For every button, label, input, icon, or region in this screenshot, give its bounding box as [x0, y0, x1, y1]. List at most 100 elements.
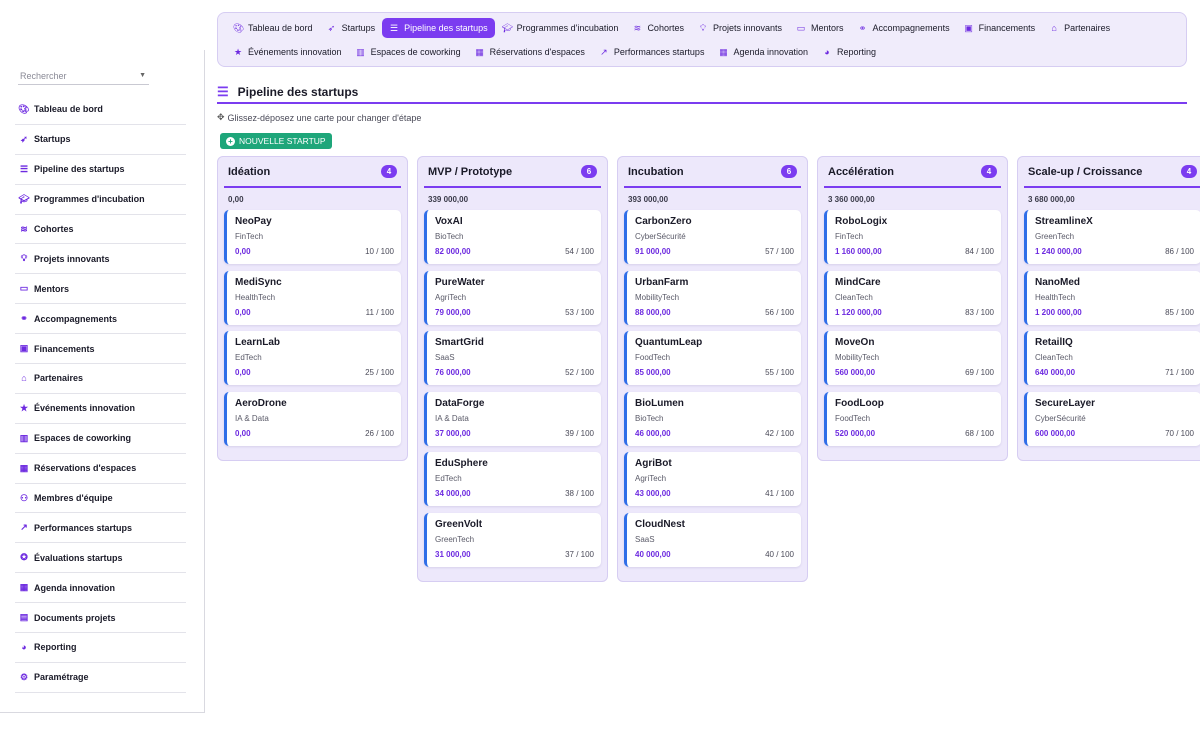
column-count-badge: 4 — [381, 165, 397, 178]
startup-name: AeroDrone — [235, 397, 287, 409]
nav-tab[interactable]: ★ Événements innovation — [226, 42, 349, 62]
nav-tab-label: Projets innovants — [712, 23, 783, 33]
sidebar-item[interactable]: ➶ Startups — [15, 125, 186, 155]
search-select[interactable]: Rechercher ▼ — [18, 67, 149, 85]
nav-tab[interactable]: 🎨︎ Tableau de bord — [226, 18, 320, 38]
card-footer: 46 000,00 42 / 100 — [635, 429, 794, 438]
sidebar-item[interactable]: ⌂ Partenaires — [15, 364, 186, 394]
startup-card[interactable]: StreamlineX GreenTech 1 240 000,00 86 / 100 — [1024, 210, 1200, 264]
startup-card[interactable]: LearnLab EdTech 0,00 25 / 100 — [224, 331, 401, 385]
nav-tab[interactable]: ≋ Cohortes — [625, 18, 691, 38]
sidebar-item-label: Financements — [34, 343, 95, 354]
startup-card[interactable]: MediSync HealthTech 0,00 11 / 100 — [224, 270, 401, 325]
startup-score: 40 / 100 — [765, 549, 794, 559]
startup-sector: CleanTech — [1035, 353, 1073, 362]
drag-hint: ✥ Glissez-déposez une carte pour changer… — [217, 112, 421, 123]
sidebar-item[interactable]: ▥ Espaces de coworking — [15, 424, 186, 454]
nav-tab[interactable]: ◕ Reporting — [815, 42, 883, 62]
new-startup-button[interactable]: + Nouvelle startup — [220, 133, 332, 149]
column-title: Accélération — [828, 165, 895, 178]
nav-tab[interactable]: ⚭ Accompagnements — [851, 18, 957, 38]
startup-funding: 1 160 000,00 — [835, 247, 882, 256]
award-icon: ✪ — [20, 552, 28, 563]
building-icon: ▥ — [19, 432, 29, 443]
sidebar-item[interactable]: ☰ Pipeline des startups — [15, 155, 186, 185]
nav-tab[interactable]: 💡︎ Projets innovants — [691, 18, 789, 38]
startup-card[interactable]: EduSphere EdTech 34 000,00 38 / 100 — [424, 452, 601, 506]
startup-card[interactable]: MoveOn MobilityTech 560 000,00 69 / 100 — [824, 331, 1001, 385]
startup-name: MediSync — [235, 276, 282, 288]
startup-score: 10 / 100 — [365, 247, 394, 256]
startup-card[interactable]: RoboLogix FinTech 1 160 000,00 84 / 100 — [824, 210, 1001, 264]
startup-card[interactable]: VoxAI BioTech 82 000,00 54 / 100 — [424, 210, 601, 264]
startup-card[interactable]: AgriBot AgriTech 43 000,00 41 / 100 — [624, 452, 801, 506]
startup-card[interactable]: CarbonZero CyberSécurité 91 000,00 57 / 100 — [624, 210, 801, 264]
startup-card[interactable]: PureWater AgriTech 79 000,00 53 / 100 — [424, 270, 601, 325]
startup-score: 57 / 100 — [765, 247, 794, 256]
sidebar-item[interactable]: ≋ Cohortes — [15, 215, 186, 245]
startup-score: 54 / 100 — [565, 247, 594, 256]
nav-tab[interactable]: ▦ Agenda innovation — [711, 42, 815, 62]
nav-tab-label: Accompagnements — [872, 23, 950, 33]
nav-tab[interactable]: ▦ Réservations d'espaces — [468, 42, 592, 62]
sidebar-item[interactable]: ✪ Évaluations startups — [15, 543, 186, 574]
sidebar-item[interactable]: 💡︎ Projets innovants — [15, 244, 186, 275]
startup-funding: 40 000,00 — [635, 549, 671, 559]
sidebar-item[interactable]: ▤ Documents projets — [15, 603, 186, 634]
chalkboard-teacher-icon: ▭ — [19, 283, 29, 294]
startup-funding: 1 240 000,00 — [1035, 247, 1082, 256]
startup-name: StreamlineX — [1035, 216, 1093, 227]
startup-funding: 600 000,00 — [1035, 428, 1076, 438]
sidebar-item[interactable]: ▦ Agenda innovation — [15, 573, 186, 604]
landmark-icon: ⌂ — [21, 373, 27, 384]
sidebar-item-label: Tableau de bord — [34, 104, 103, 115]
nav-tab[interactable]: 🎓︎ Programmes d'incubation — [495, 18, 626, 38]
chart-line-icon: ↗ — [20, 522, 28, 533]
users-icon: ⚇ — [19, 492, 29, 503]
nav-tab[interactable]: ↗ Performances startups — [592, 42, 712, 62]
startup-card[interactable]: DataForge IA & Data 37 000,00 39 / 100 — [424, 391, 601, 446]
sidebar-item[interactable]: 🎨︎ Tableau de bord — [15, 95, 186, 125]
bars-icon: ☰ — [390, 22, 399, 33]
sidebar-item[interactable]: ▭ Mentors — [15, 274, 186, 305]
startup-card[interactable]: CloudNest SaaS 40 000,00 40 / 100 — [624, 512, 801, 567]
startup-card[interactable]: SecureLayer CyberSécurité 600 000,00 70 / 1… — [1024, 391, 1200, 446]
sidebar-item[interactable]: ⚙ Paramétrage — [15, 663, 186, 693]
sidebar-item[interactable]: ↗ Performances startups — [15, 513, 186, 544]
nav-tab[interactable]: ⌂ Partenaires — [1042, 18, 1117, 38]
calendar-icon: ▦ — [719, 46, 728, 57]
nav-tab[interactable]: ☰ Pipeline des startups — [382, 18, 495, 38]
startup-card[interactable]: BioLumen BioTech 46 000,00 42 / 100 — [624, 391, 801, 446]
startup-card[interactable]: UrbanFarm MobilityTech 88 000,00 56 / 100 — [624, 270, 801, 325]
sidebar-item[interactable]: ⚭ Accompagnements — [15, 304, 186, 335]
startup-card[interactable]: AeroDrone IA & Data 0,00 26 / 100 — [224, 391, 401, 446]
startup-card[interactable]: SmartGrid SaaS 76 000,00 52 / 100 — [424, 331, 601, 385]
nav-tab[interactable]: ▥ Espaces de coworking — [349, 42, 468, 62]
startup-sector: CyberSécurité — [1035, 413, 1086, 423]
startup-card[interactable]: NanoMed HealthTech 1 200 000,00 85 / 100 — [1024, 270, 1200, 325]
sidebar-item[interactable]: 🎓︎ Programmes d'incubation — [15, 185, 186, 215]
sidebar-item-label: Réservations d'espaces — [34, 463, 137, 474]
startup-card[interactable]: FoodLoop FoodTech 520 000,00 68 / 100 — [824, 391, 1001, 446]
startup-card[interactable]: QuantumLeap FoodTech 85 000,00 55 / 100 — [624, 331, 801, 385]
handshake-icon: ⚭ — [858, 22, 867, 33]
startup-card[interactable]: RetailIQ CleanTech 640 000,00 71 / 100 — [1024, 331, 1200, 385]
sidebar-item[interactable]: ★ Événements innovation — [15, 394, 186, 424]
sidebar-item[interactable]: ▦ Réservations d'espaces — [15, 454, 186, 484]
card-footer: 1 200 000,00 85 / 100 — [1035, 308, 1194, 317]
sidebar-item[interactable]: ⚇ Membres d'équipe — [15, 484, 186, 514]
card-footer: 600 000,00 70 / 100 — [1035, 429, 1194, 438]
sidebar-item[interactable]: ▣ Financements — [15, 334, 186, 365]
startup-card[interactable]: MindCare CleanTech 1 120 000,00 83 / 100 — [824, 270, 1001, 325]
startup-card[interactable]: GreenVolt GreenTech 31 000,00 37 / 100 — [424, 512, 601, 567]
nav-tab[interactable]: ➶ Startups — [320, 18, 383, 38]
startup-card[interactable]: NeoPay FinTech 0,00 10 / 100 — [224, 210, 401, 264]
column-count-badge: 4 — [981, 165, 997, 178]
startup-score: 68 / 100 — [965, 428, 994, 438]
sidebar-item[interactable]: ◕ Reporting — [15, 633, 186, 663]
nav-tab[interactable]: ▣ Financements — [957, 18, 1043, 38]
nav-tab[interactable]: ▭ Mentors — [789, 18, 851, 38]
card-footer: 91 000,00 57 / 100 — [635, 247, 794, 256]
chalkboard-teacher-icon: ▭ — [796, 22, 806, 33]
nav-tab-label: Reporting — [837, 47, 877, 57]
